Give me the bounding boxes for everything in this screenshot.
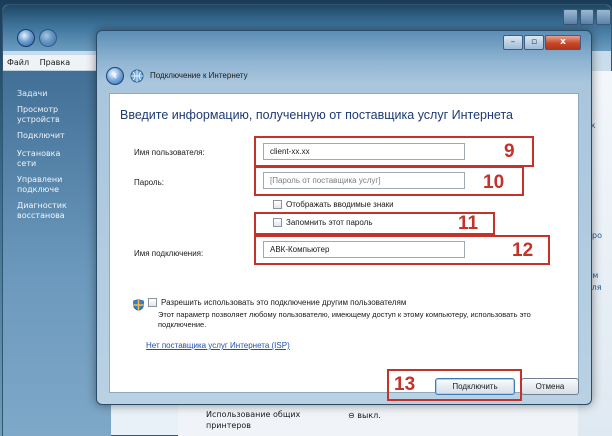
minimize-icon[interactable] bbox=[563, 9, 578, 25]
dialog-content: Введите информацию, полученную от постав… bbox=[109, 93, 579, 393]
network-globe-icon bbox=[130, 69, 144, 83]
annotation-number-10: 10 bbox=[483, 172, 505, 193]
tasks-sidebar: Задачи Просмотр устройств Подключит Уста… bbox=[3, 71, 111, 436]
allow-others-checkbox[interactable] bbox=[148, 298, 157, 307]
allow-others-description: Этот параметр позволяет любому пользоват… bbox=[158, 310, 531, 329]
annotation-number-9: 9 bbox=[504, 141, 515, 162]
back-arrow-icon[interactable]: ‹ bbox=[106, 67, 124, 85]
page-heading: Введите информацию, полученную от постав… bbox=[120, 108, 513, 122]
control-panel-window-controls[interactable] bbox=[563, 9, 612, 25]
show-characters-checkbox[interactable] bbox=[273, 200, 282, 209]
dialog-window-controls: – ▫ x bbox=[503, 35, 581, 51]
dialog-title: Подключение к Интернету bbox=[150, 71, 248, 80]
maximize-icon[interactable]: ▫ bbox=[524, 35, 544, 50]
printer-sharing-label: Использование общих принтеров bbox=[206, 410, 301, 430]
annotation-box-9 bbox=[254, 136, 534, 167]
annotation-number-11: 11 bbox=[458, 213, 479, 234]
password-label: Пароль: bbox=[134, 178, 164, 187]
back-nav-icon[interactable] bbox=[17, 29, 35, 47]
sidebar-heading: Задачи bbox=[17, 89, 48, 98]
show-characters-row[interactable]: Отображать вводимые знаки bbox=[273, 200, 394, 209]
maximize-icon[interactable] bbox=[579, 9, 595, 25]
sharing-settings-area: Использование общих принтеров ⊖ выкл. bbox=[178, 405, 578, 436]
annotation-box-12 bbox=[254, 235, 550, 265]
forward-nav-icon[interactable] bbox=[39, 29, 57, 47]
menu-edit[interactable]: Правка bbox=[40, 58, 70, 67]
cancel-button[interactable]: Отмена bbox=[521, 378, 579, 395]
menu-file[interactable]: Файл bbox=[7, 58, 29, 67]
connect-to-internet-dialog: – ▫ x ‹ Подключение к Интернету Введите … bbox=[96, 30, 592, 405]
printer-sharing-value: ⊖ выкл. bbox=[348, 411, 381, 420]
shield-icon bbox=[133, 299, 144, 311]
allow-others-row[interactable]: Разрешить использовать это подключение д… bbox=[148, 298, 406, 307]
show-characters-label: Отображать вводимые знаки bbox=[286, 200, 394, 209]
close-icon[interactable] bbox=[596, 9, 612, 25]
minimize-icon[interactable]: – bbox=[503, 35, 523, 50]
close-icon[interactable]: x bbox=[545, 35, 581, 50]
annotation-number-12: 12 bbox=[512, 240, 534, 261]
username-label: Имя пользователя: bbox=[134, 148, 205, 157]
allow-others-label: Разрешить использовать это подключение д… bbox=[161, 298, 407, 307]
annotation-number-13: 13 bbox=[394, 374, 416, 395]
no-isp-link[interactable]: Нет поставщика услуг Интернета (ISP) bbox=[146, 341, 290, 350]
connection-name-label: Имя подключения: bbox=[134, 249, 204, 258]
